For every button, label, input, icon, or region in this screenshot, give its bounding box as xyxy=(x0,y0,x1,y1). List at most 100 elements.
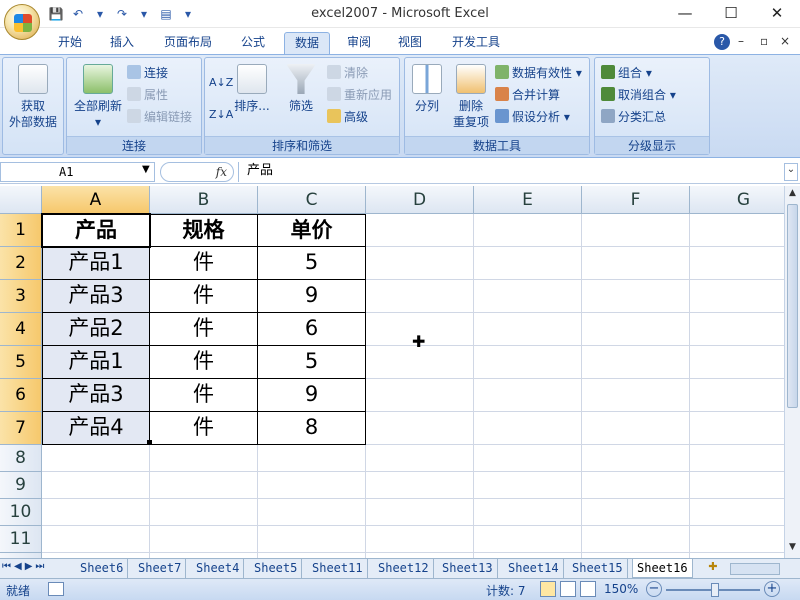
reapply-button[interactable]: 重新应用 xyxy=(327,86,392,104)
tab-formulas[interactable]: 公式 xyxy=(231,32,275,54)
tab-review[interactable]: 审阅 xyxy=(337,32,381,54)
grid-cell[interactable] xyxy=(258,445,366,472)
table-cell[interactable]: 5 xyxy=(258,346,366,379)
grid-cell[interactable] xyxy=(690,346,784,379)
insert-sheet-icon[interactable]: ✚ xyxy=(702,560,724,577)
grid-cell[interactable] xyxy=(582,379,690,412)
table-cell[interactable]: 产品3 xyxy=(42,379,150,412)
tab-insert[interactable]: 插入 xyxy=(100,32,144,54)
table-cell[interactable]: 6 xyxy=(258,313,366,346)
ungroup-button[interactable]: 取消组合 ▾ xyxy=(601,86,676,104)
expand-formula-bar-icon[interactable]: ⌄ xyxy=(784,163,798,181)
tab-view[interactable]: 视图 xyxy=(388,32,432,54)
worksheet-grid[interactable]: A B C D E F G 1 产品 规格 单价 2 产品1 件 5 3 产品3 件 9 4 产品2 件 6 5 产品1 件 5 6 产… xyxy=(0,186,784,558)
sheet-tab[interactable]: Sheet5 xyxy=(250,559,303,578)
sheet-nav-icons[interactable]: ⏮◀▶⏭ xyxy=(2,561,47,572)
edit-links-button[interactable]: 编辑链接 xyxy=(127,108,192,126)
table-cell[interactable]: 件 xyxy=(150,247,258,280)
table-cell[interactable]: 单价 xyxy=(258,214,366,247)
row-header[interactable]: 3 xyxy=(0,280,42,313)
column-header[interactable]: B xyxy=(150,186,258,214)
grid-cell[interactable] xyxy=(42,472,150,499)
row-header[interactable]: 2 xyxy=(0,247,42,280)
zoom-in-button[interactable]: + xyxy=(764,581,780,597)
row-header[interactable]: 10 xyxy=(0,499,42,526)
grid-cell[interactable] xyxy=(582,412,690,445)
scroll-down-icon[interactable]: ▼ xyxy=(786,542,799,556)
scroll-up-icon[interactable]: ▲ xyxy=(786,188,799,202)
remove-duplicates-button[interactable]: 删除 重复项 xyxy=(449,64,493,130)
sheet-tab[interactable]: Sheet14 xyxy=(504,559,564,578)
vertical-scrollbar[interactable]: ▲ ▼ xyxy=(784,186,800,558)
help-icon[interactable]: ? xyxy=(714,34,730,50)
table-cell[interactable]: 件 xyxy=(150,412,258,445)
grid-cell[interactable] xyxy=(366,280,474,313)
grid-cell[interactable] xyxy=(690,445,784,472)
table-cell[interactable]: 产品1 xyxy=(42,247,150,280)
grid-cell[interactable] xyxy=(150,499,258,526)
table-cell[interactable]: 9 xyxy=(258,280,366,313)
grid-cell[interactable] xyxy=(366,247,474,280)
sheet-tab[interactable]: Sheet12 xyxy=(374,559,434,578)
sheet-tab[interactable]: Sheet6 xyxy=(76,559,129,578)
sheet-tab[interactable]: Sheet4 xyxy=(192,559,245,578)
table-cell[interactable]: 件 xyxy=(150,280,258,313)
table-cell[interactable]: 5 xyxy=(258,247,366,280)
grid-cell[interactable] xyxy=(474,346,582,379)
what-if-analysis-button[interactable]: 假设分析 ▾ xyxy=(495,108,570,126)
column-header[interactable]: A xyxy=(42,186,150,214)
connections-button[interactable]: 连接 xyxy=(127,64,168,82)
row-header[interactable]: 4 xyxy=(0,313,42,346)
formula-input[interactable]: 产品 xyxy=(238,162,783,182)
row-header[interactable]: 1 xyxy=(0,214,42,247)
table-cell[interactable]: 件 xyxy=(150,313,258,346)
grid-cell[interactable] xyxy=(474,445,582,472)
grid-cell[interactable] xyxy=(366,472,474,499)
grid-cell[interactable] xyxy=(690,499,784,526)
table-cell[interactable]: 8 xyxy=(258,412,366,445)
grid-cell[interactable] xyxy=(258,526,366,553)
office-button[interactable] xyxy=(4,4,40,40)
insert-function-button[interactable]: fx xyxy=(160,162,234,182)
maximize-button[interactable]: ☐ xyxy=(716,4,746,22)
grid-cell[interactable] xyxy=(474,280,582,313)
grid-cell[interactable] xyxy=(474,313,582,346)
sort-az-button[interactable]: A↓Z xyxy=(209,74,233,92)
grid-cell[interactable] xyxy=(474,214,582,247)
select-all-corner[interactable] xyxy=(0,186,42,214)
grid-cell[interactable] xyxy=(690,472,784,499)
refresh-all-button[interactable]: 全部刷新 ▾ xyxy=(69,64,127,130)
tab-developer[interactable]: 开发工具 xyxy=(442,32,510,54)
sort-za-button[interactable]: Z↓A xyxy=(209,106,233,124)
grid-cell[interactable] xyxy=(366,412,474,445)
grid-cell[interactable] xyxy=(582,280,690,313)
row-header[interactable]: 5 xyxy=(0,346,42,379)
column-header[interactable]: D xyxy=(366,186,474,214)
grid-cell[interactable] xyxy=(366,499,474,526)
page-layout-view-icon[interactable] xyxy=(560,581,576,597)
zoom-out-button[interactable]: − xyxy=(646,581,662,597)
grid-cell[interactable] xyxy=(582,526,690,553)
vertical-scroll-thumb[interactable] xyxy=(787,204,798,408)
grid-cell[interactable] xyxy=(366,526,474,553)
name-box-dropdown-icon[interactable]: ▼ xyxy=(142,164,150,175)
grid-cell[interactable] xyxy=(474,472,582,499)
sheet-tab[interactable]: Sheet11 xyxy=(308,559,368,578)
row-header[interactable]: 6 xyxy=(0,379,42,412)
minimize-button[interactable]: — xyxy=(670,4,700,22)
table-cell[interactable]: 产品1 xyxy=(42,346,150,379)
grid-cell[interactable] xyxy=(366,214,474,247)
name-box[interactable]: A1 xyxy=(0,162,155,182)
column-header[interactable]: E xyxy=(474,186,582,214)
grid-cell[interactable] xyxy=(582,346,690,379)
grid-cell[interactable] xyxy=(474,526,582,553)
close-button[interactable]: ✕ xyxy=(762,4,792,22)
row-header[interactable]: 9 xyxy=(0,472,42,499)
group-button[interactable]: 组合 ▾ xyxy=(601,64,652,82)
column-header[interactable]: C xyxy=(258,186,366,214)
row-header[interactable]: 7 xyxy=(0,412,42,445)
subtotal-button[interactable]: 分类汇总 xyxy=(601,108,666,126)
clear-button[interactable]: 清除 xyxy=(327,64,368,82)
grid-cell[interactable] xyxy=(474,412,582,445)
properties-button[interactable]: 属性 xyxy=(127,86,168,104)
